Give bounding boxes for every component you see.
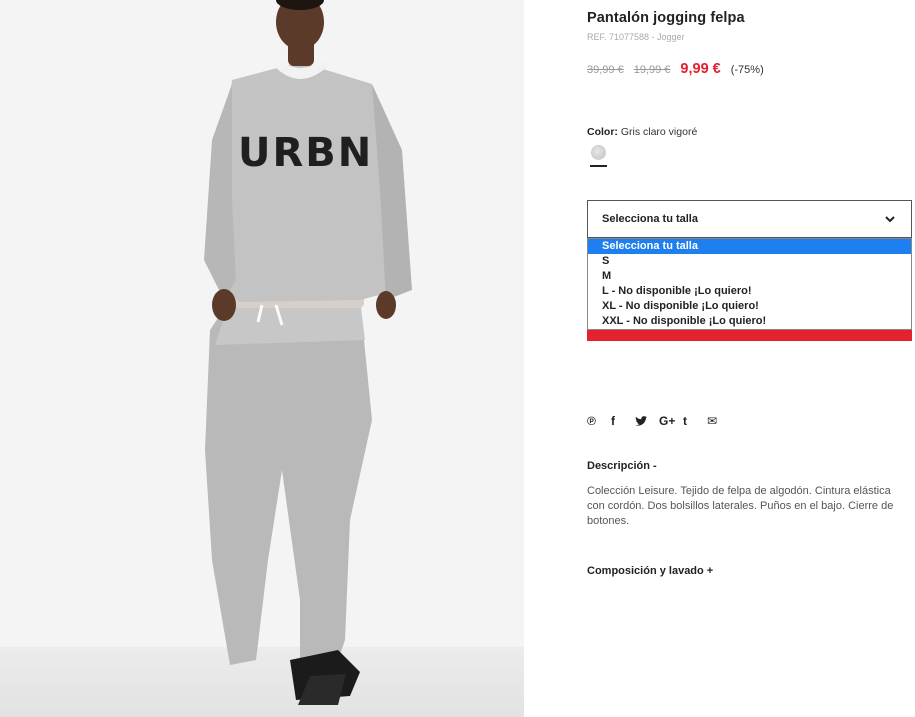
google-plus-icon[interactable]: G+ (659, 413, 683, 429)
size-option-xxl[interactable]: XXL - No disponible ¡Lo quiero! (588, 314, 911, 329)
original-price: 39,99 € (587, 64, 624, 76)
color-swatch-gris[interactable] (591, 145, 606, 160)
description-toggle[interactable]: Descripción - (587, 460, 657, 472)
pinterest-icon[interactable]: ℗ (587, 413, 611, 429)
size-option-l[interactable]: L - No disponible ¡Lo quiero! (588, 284, 911, 299)
sweater-print: URBN (238, 130, 373, 176)
previous-price: 19,99 € (633, 64, 671, 76)
add-to-bag-button[interactable] (587, 330, 912, 341)
sale-price: 9,99 € (680, 61, 721, 77)
share-icons: ℗ f G+ t ✉ (587, 413, 731, 429)
twitter-icon[interactable] (635, 413, 659, 429)
size-select-value: Selecciona tu talla (602, 213, 698, 225)
email-icon[interactable]: ✉ (707, 413, 731, 429)
model-illustration: URBN (204, 0, 412, 705)
product-title: Pantalón jogging felpa (587, 10, 745, 26)
size-option-s[interactable]: S (588, 254, 911, 269)
color-label-key: Color: (587, 126, 618, 138)
description-text: Colección Leisure. Tejido de felpa de al… (587, 485, 894, 527)
size-option-m[interactable]: M (588, 269, 911, 284)
product-info-panel: Pantalón jogging felpa REF. 71077588 - J… (587, 0, 915, 717)
swatch-selected-indicator (590, 165, 607, 167)
size-option-xl[interactable]: XL - No disponible ¡Lo quiero! (588, 299, 911, 314)
chevron-down-icon (885, 216, 895, 223)
color-label: Color: Gris claro vigoré (587, 126, 697, 138)
tumblr-icon[interactable]: t (683, 413, 707, 429)
composition-toggle[interactable]: Composición y lavado + (587, 565, 713, 577)
discount-badge: (-75%) (730, 64, 764, 76)
price-row: 39,99 € 19,99 € 9,99 € (-75%) (587, 61, 764, 77)
size-select[interactable]: Selecciona tu talla (587, 200, 912, 238)
size-dropdown-list: Selecciona tu talla S M L - No disponibl… (587, 238, 912, 330)
color-value: Gris claro vigoré (620, 126, 698, 138)
facebook-icon[interactable]: f (611, 413, 635, 429)
product-photo[interactable]: URBN (0, 0, 524, 717)
product-reference: REF. 71077588 - Jogger (587, 32, 685, 42)
size-option-placeholder[interactable]: Selecciona tu talla (588, 239, 911, 254)
